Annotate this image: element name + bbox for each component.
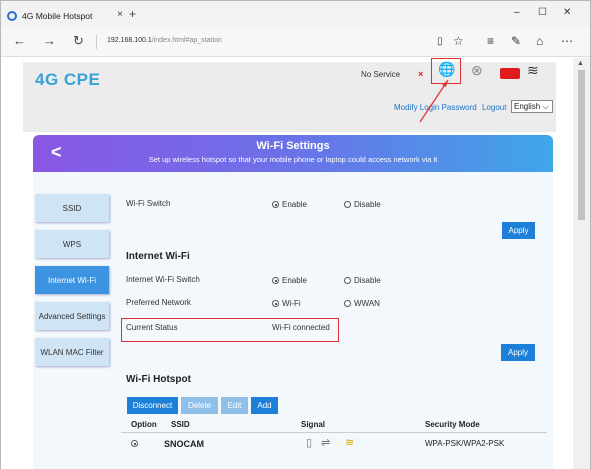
favorite-star-icon[interactable]: ☆ — [453, 34, 464, 48]
radio-selected-icon — [272, 300, 279, 307]
sidebar-item-advanced-settings[interactable]: Advanced Settings — [35, 302, 109, 330]
internet-wifi-disable-radio[interactable]: Disable — [344, 276, 381, 285]
browser-tab[interactable]: 4G Mobile Hotspot × — [7, 6, 123, 26]
radio-selected-icon — [272, 277, 279, 284]
maximize-button[interactable]: ☐ — [538, 7, 547, 18]
radio-unselected-icon — [344, 277, 351, 284]
url-divider — [96, 35, 97, 49]
page-scrollbar[interactable]: ▲ — [573, 58, 590, 469]
sidebar-item-wlan-mac-filter[interactable]: WLAN MAC Filter — [35, 338, 109, 366]
logout-link[interactable]: Logout — [482, 103, 506, 112]
radio-unselected-icon — [344, 201, 351, 208]
forward-arrow-icon[interactable]: → — [43, 33, 56, 48]
add-button[interactable]: Add — [251, 397, 278, 414]
refresh-icon[interactable]: ↻ — [73, 33, 84, 49]
language-select[interactable]: English ⌵ — [511, 100, 553, 113]
new-tab-button[interactable]: + — [129, 7, 136, 21]
internet-wifi-heading: Internet Wi-Fi — [126, 251, 190, 262]
current-status-label: Current Status — [126, 323, 178, 332]
annotation-arrow-icon — [419, 79, 449, 123]
hub-menu-icon[interactable]: ≡ — [487, 34, 494, 48]
radio-selected-icon — [131, 440, 138, 447]
url-field[interactable]: 192.168.100.1/index.html#ap_station — [107, 37, 222, 44]
column-security-mode: Security Mode — [425, 420, 480, 429]
row-select-radio[interactable] — [131, 439, 141, 448]
wifi-switch-enable-radio[interactable]: Enable — [272, 200, 307, 209]
disconnect-button[interactable]: Disconnect — [127, 397, 178, 414]
sidebar-item-ssid[interactable]: SSID — [35, 194, 109, 222]
phone-icon: ▯ — [306, 437, 313, 449]
edit-button[interactable]: Edit — [221, 397, 248, 414]
table-header-divider — [121, 432, 547, 433]
preferred-wifi-radio[interactable]: Wi-Fi — [272, 299, 301, 308]
wifi-hotspot-heading: Wi-Fi Hotspot — [126, 374, 191, 385]
column-ssid: SSID — [171, 420, 190, 429]
title-bar: 4G Mobile Hotspot × + – ☐ ✕ — [1, 1, 590, 27]
web-note-icon[interactable]: ✎ — [511, 34, 521, 48]
scrollbar-thumb[interactable] — [578, 70, 585, 220]
radio-label: Wi-Fi — [282, 299, 301, 308]
transfer-arrows-icon: ⇌ — [321, 437, 331, 449]
url-path: /index.html#ap_station — [151, 37, 222, 44]
wifi-switch-label: Wi-Fi Switch — [126, 199, 171, 208]
browser-favicon-icon — [7, 11, 17, 21]
battery-icon — [500, 68, 520, 79]
radio-label: Enable — [282, 276, 307, 285]
tab-title: 4G Mobile Hotspot — [22, 11, 93, 21]
close-window-button[interactable]: ✕ — [563, 7, 571, 18]
radio-selected-icon — [272, 201, 279, 208]
browser-window: 4G Mobile Hotspot × + – ☐ ✕ ← → ↻ 192.16… — [0, 0, 591, 469]
internet-wifi-enable-radio[interactable]: Enable — [272, 276, 307, 285]
wifi-lock-icon: ≋ — [345, 437, 355, 449]
network-status-text: No Service — [361, 70, 401, 79]
share-icon[interactable]: ⌂ — [536, 34, 543, 48]
row-security-mode: WPA-PSK/WPA2-PSK — [425, 439, 505, 448]
radio-label: Disable — [354, 276, 381, 285]
router-header: 4G CPE No Service × 🌐 ⊗ ≋ Modify Login P… — [23, 58, 556, 132]
delete-button[interactable]: Delete — [181, 397, 218, 414]
current-status-value: Wi-Fi connected — [272, 323, 330, 332]
radio-label: Enable — [282, 200, 307, 209]
radio-label: Disable — [354, 200, 381, 209]
column-option: Option — [131, 420, 157, 429]
more-menu-icon[interactable]: ⋯ — [561, 34, 573, 48]
sidebar-item-internet-wifi[interactable]: Internet Wi-Fi — [35, 266, 109, 294]
router-web-page: 4G CPE No Service × 🌐 ⊗ ≋ Modify Login P… — [1, 58, 573, 469]
address-bar: ← → ↻ 192.168.100.1/index.html#ap_statio… — [1, 27, 590, 57]
back-arrow-icon[interactable]: ← — [13, 33, 26, 48]
language-value: English — [514, 102, 541, 111]
wifi-settings-banner: < Wi-Fi Settings Set up wireless hotspot… — [33, 135, 553, 172]
page-subtitle: Set up wireless hotspot so that your mob… — [148, 155, 438, 164]
row-ssid: SNOCAM — [164, 439, 204, 449]
wifi-switch-apply-button[interactable]: Apply — [502, 222, 535, 239]
url-host: 192.168.100.1 — [107, 37, 152, 44]
wifi-switch-disable-radio[interactable]: Disable — [344, 200, 381, 209]
preferred-network-label: Preferred Network — [126, 298, 191, 307]
tab-close-icon[interactable]: × — [117, 9, 123, 20]
radio-unselected-icon — [344, 300, 351, 307]
scroll-up-arrow-icon[interactable]: ▲ — [577, 60, 584, 67]
sidebar-item-wps[interactable]: WPS — [35, 230, 109, 258]
column-signal: Signal — [301, 420, 326, 429]
cpe-logo: 4G CPE — [35, 70, 101, 89]
roaming-disabled-icon: ⊗ — [471, 62, 483, 78]
internet-wifi-apply-button[interactable]: Apply — [501, 344, 535, 361]
page-title: Wi-Fi Settings — [256, 140, 330, 152]
internet-wifi-switch-label: Internet Wi-Fi Switch — [126, 275, 200, 284]
reading-view-icon[interactable]: ▯ — [437, 36, 443, 47]
wifi-signal-icon: ≋ — [527, 62, 539, 78]
minimize-button[interactable]: – — [514, 7, 520, 18]
preferred-wwan-radio[interactable]: WWAN — [344, 299, 380, 308]
radio-label: WWAN — [354, 299, 380, 308]
